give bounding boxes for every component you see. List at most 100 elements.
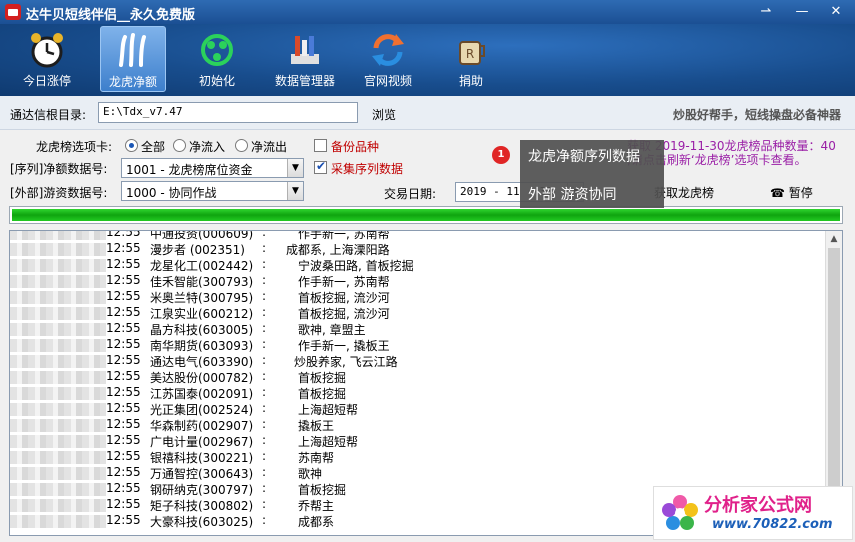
svg-text:R: R	[466, 47, 474, 61]
row-stock: 江苏国泰(002091)	[150, 387, 254, 401]
tool-initialize[interactable]: 初始化	[184, 26, 250, 92]
masked-date	[10, 483, 106, 496]
list-item[interactable]: 12:55 万通智控(300643): 歌神	[10, 465, 820, 481]
row-separator: :	[262, 369, 267, 383]
list-item[interactable]: 12:55 广电计量(002967): 上海超短帮	[10, 433, 820, 449]
tool-label: 今日涨停	[22, 74, 71, 88]
tool-data-manager[interactable]: 数据管理器	[268, 26, 342, 92]
radio-outflow[interactable]	[235, 139, 248, 152]
pause-button[interactable]: ☎ 暂停	[770, 184, 813, 201]
row-separator: :	[262, 273, 267, 287]
radio-all[interactable]	[125, 139, 138, 152]
row-stock: 晶方科技(603005)	[150, 323, 254, 337]
row-seat: 歌神, 章盟主	[298, 323, 366, 337]
masked-date	[10, 231, 106, 240]
coffee-cup-icon: R	[459, 41, 485, 65]
masked-date	[10, 419, 106, 432]
close-button[interactable]: ✕	[826, 3, 846, 21]
row-time: 12:55	[106, 497, 141, 511]
list-item[interactable]: 12:55 江苏国泰(002091): 首板挖掘	[10, 385, 820, 401]
row-seat: 成都系	[298, 515, 335, 529]
masked-date	[10, 371, 106, 384]
list-item[interactable]: 12:55 晶方科技(603005): 歌神, 章盟主	[10, 321, 820, 337]
row-time: 12:55	[106, 305, 141, 319]
annotation-tooltip: 龙虎净额序列数据 外部 游资协同	[520, 140, 664, 208]
tooltip-line1: 龙虎净额序列数据	[528, 149, 640, 165]
row-separator: :	[262, 449, 267, 463]
list-item[interactable]: 12:55 南华期货(603093): 作手新一, 撬板王	[10, 337, 820, 353]
list-item[interactable]: 12:55 江泉实业(600212): 首板挖掘, 流沙河	[10, 305, 820, 321]
tool-today-limit-up[interactable]: 今日涨停	[14, 26, 80, 92]
card-label: 龙虎榜选项卡:	[36, 140, 113, 154]
tooltip-line2: 外部 游资协同	[528, 187, 617, 203]
list-item[interactable]: 12:55 佳禾智能(300793): 作手新一, 苏南帮	[10, 273, 820, 289]
row-time: 12:55	[106, 321, 141, 335]
list-item[interactable]: 12:55 华森制药(002907): 撬板王	[10, 417, 820, 433]
backup-label: 备份品种	[331, 140, 380, 154]
tools-icon	[291, 36, 319, 64]
chevron-down-icon: ▼	[287, 159, 303, 177]
backup-checkbox[interactable]	[314, 139, 327, 152]
slogan: 炒股好帮手，短线操盘必备神器	[672, 108, 841, 122]
ext-select-value: 1000 - 协同作战	[126, 186, 217, 200]
row-time: 12:55	[106, 369, 141, 383]
row-time: 12:55	[106, 241, 141, 255]
row-seat: 上海超短帮	[298, 435, 359, 449]
row-seat: 宁波桑田路, 首板挖掘	[298, 259, 414, 273]
seq-select[interactable]: 1001 - 龙虎榜席位资金 ▼	[121, 158, 304, 178]
row-separator: :	[262, 417, 267, 431]
row-seat: 首板挖掘, 流沙河	[298, 291, 390, 305]
tool-longhu-net[interactable]: 龙虎净额	[100, 26, 166, 92]
masked-date	[10, 467, 106, 480]
row-stock: 广电计量(002967)	[150, 435, 254, 449]
list-item[interactable]: 12:55 漫步者 (002351): 成都系, 上海溧阳路	[10, 241, 820, 257]
list-item[interactable]: 12:55 通达电气(603390): 炒股养家, 飞云江路	[10, 353, 820, 369]
seq-select-value: 1001 - 龙虎榜席位资金	[126, 163, 253, 177]
row-stock: 漫步者 (002351)	[150, 243, 245, 257]
browse-button[interactable]: 浏览	[372, 106, 396, 123]
tool-label: 数据管理器	[274, 74, 335, 88]
progress-fill	[12, 209, 840, 221]
row-time: 12:55	[106, 433, 141, 447]
list-item[interactable]: 12:55 米奥兰特(300795): 首板挖掘, 流沙河	[10, 289, 820, 305]
row-separator: :	[262, 241, 267, 255]
row-time: 12:55	[106, 513, 141, 527]
row-seat: 首板挖掘, 流沙河	[298, 307, 390, 321]
row-separator: :	[262, 481, 267, 495]
row-stock: 南华期货(603093)	[150, 339, 254, 353]
row-separator: :	[262, 513, 267, 527]
row-stock: 通达电气(603390)	[150, 355, 254, 369]
row-time: 12:55	[106, 401, 141, 415]
minimize-button[interactable]: —	[792, 3, 812, 21]
refresh-cycle-icon	[201, 34, 233, 66]
site-watermark: 分析家公式网 www.70822.com	[653, 486, 853, 540]
list-item[interactable]: 12:55 光正集团(002524): 上海超短帮	[10, 401, 820, 417]
radio-inflow[interactable]	[173, 139, 186, 152]
flower-logo-icon	[662, 495, 698, 530]
scroll-thumb[interactable]	[828, 248, 840, 504]
list-item[interactable]: 12:55 中通投资(000609): 作手新一, 苏南帮	[10, 231, 820, 241]
collect-checkbox[interactable]	[314, 159, 327, 174]
tool-official-video[interactable]: 官网视频	[356, 26, 420, 92]
tool-donate[interactable]: R 捐助	[438, 26, 504, 92]
pin-button[interactable]: ⇀	[756, 3, 776, 21]
list-item[interactable]: 12:55 美达股份(000782): 首板挖掘	[10, 369, 820, 385]
masked-date	[10, 323, 106, 336]
scroll-up-icon[interactable]: ▲	[826, 231, 842, 247]
row-seat: 作手新一, 撬板王	[298, 339, 390, 353]
masked-date	[10, 307, 106, 320]
chevron-down-icon: ▼	[287, 182, 303, 200]
seq-label: [序列]净额数据号:	[10, 162, 108, 176]
collect-label: 采集序列数据	[331, 162, 404, 176]
list-item[interactable]: 12:55 银禧科技(300221): 苏南帮	[10, 449, 820, 465]
app-icon	[5, 4, 21, 20]
row-stock: 钢研纳克(300797)	[150, 483, 254, 497]
row-stock: 龙星化工(002442)	[150, 259, 254, 273]
progress-bar	[9, 206, 843, 224]
list-item[interactable]: 12:55 龙星化工(002442): 宁波桑田路, 首板挖掘	[10, 257, 820, 273]
row-separator: :	[262, 257, 267, 271]
ext-select[interactable]: 1000 - 协同作战 ▼	[121, 181, 304, 201]
row-separator: :	[262, 465, 267, 479]
masked-date	[10, 387, 106, 400]
dir-input[interactable]: E:\Tdx_v7.47	[98, 102, 358, 123]
